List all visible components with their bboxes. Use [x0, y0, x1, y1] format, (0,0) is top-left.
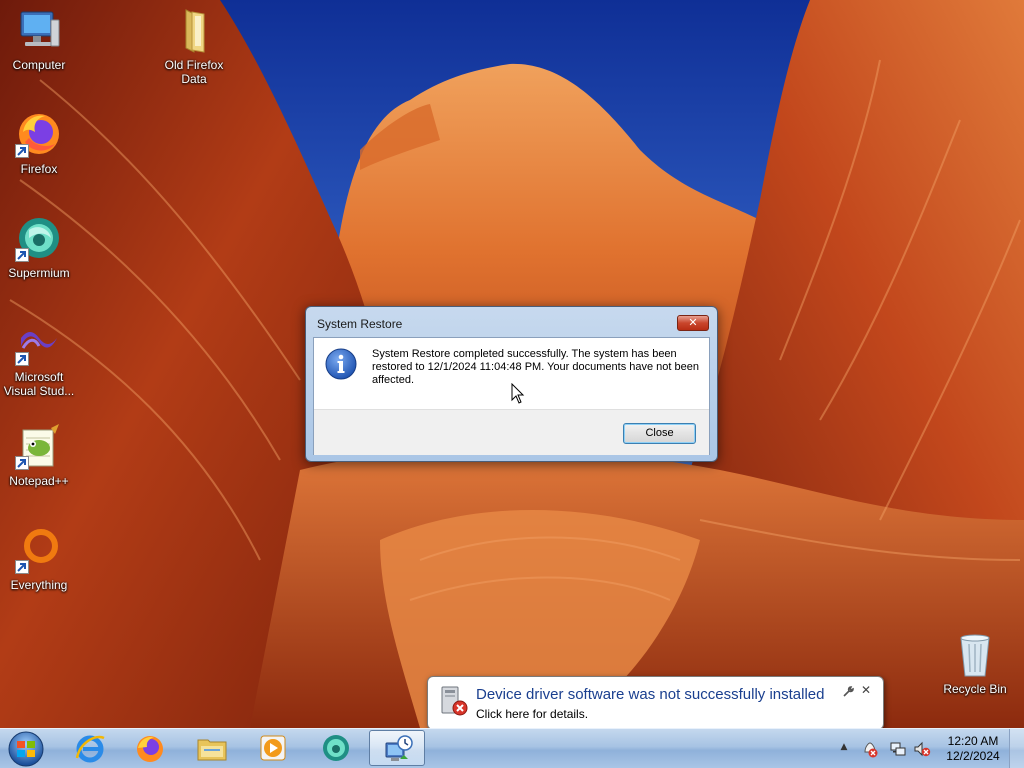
- desktop-icon-computer[interactable]: Computer: [1, 6, 77, 72]
- action-center-error-icon[interactable]: [861, 740, 879, 758]
- dialog-footer: Close: [314, 409, 709, 455]
- show-desktop-button[interactable]: [1009, 729, 1024, 768]
- taskbar-internet-explorer[interactable]: [62, 730, 118, 766]
- desktop-icon-label: Supermium: [8, 266, 70, 280]
- taskbar: ▲ 12:20 AM 12/2/2024: [0, 728, 1024, 768]
- start-button[interactable]: [4, 730, 48, 768]
- shortcut-arrow-icon: [15, 352, 29, 366]
- notepad-plus-plus-icon: [15, 422, 63, 470]
- wrench-icon[interactable]: [842, 686, 854, 698]
- internet-explorer-icon: [75, 735, 105, 763]
- notification-close-button[interactable]: ✕: [860, 684, 872, 696]
- desktop-icon-label: Notepad++: [9, 474, 69, 488]
- dialog-title: System Restore: [317, 317, 403, 331]
- taskbar-media-player[interactable]: [245, 730, 301, 766]
- clock-time: 12:20 AM: [947, 734, 999, 748]
- desktop-icon-label: Firefox: [20, 162, 58, 176]
- notification-text: Click here for details.: [476, 707, 589, 721]
- desktop-icon-label: Recycle Bin: [943, 682, 1007, 696]
- shortcut-arrow-icon: [15, 144, 29, 158]
- firefox-icon: [137, 736, 163, 762]
- desktop-icon-firefox[interactable]: Firefox: [1, 110, 77, 176]
- clock-date: 12/2/2024: [946, 749, 1000, 763]
- everything-icon: [15, 526, 63, 574]
- recycle-bin-icon: [951, 630, 999, 678]
- desktop-icon-label: Microsoft Visual Stud...: [3, 370, 75, 398]
- desktop-icon-recycle-bin[interactable]: Recycle Bin: [937, 630, 1013, 696]
- desktop-icon-everything[interactable]: Everything: [1, 526, 77, 592]
- shortcut-arrow-icon: [15, 456, 29, 470]
- supermium-icon: [323, 735, 349, 761]
- info-icon: [325, 348, 357, 380]
- supermium-icon: [15, 214, 63, 262]
- desktop-icon-label: Computer: [12, 58, 66, 72]
- clock[interactable]: 12:20 AM 12/2/2024: [940, 734, 1006, 764]
- taskbar-supermium[interactable]: [308, 730, 364, 766]
- desktop-icon-visual-studio[interactable]: Microsoft Visual Stud...: [1, 318, 77, 398]
- shortcut-arrow-icon: [15, 248, 29, 262]
- desktop-icon-label: Everything: [10, 578, 68, 592]
- media-player-icon: [260, 735, 286, 761]
- dialog-close-button[interactable]: ✕: [677, 315, 709, 331]
- firefox-icon: [15, 110, 63, 158]
- desktop-icon-notepad-plus-plus[interactable]: Notepad++: [1, 422, 77, 488]
- computer-icon: [15, 6, 63, 54]
- desktop-icon-supermium[interactable]: Supermium: [1, 214, 77, 280]
- folder-icon: [170, 6, 218, 54]
- device-error-icon: [441, 686, 468, 716]
- desktop-icon-label: Old Firefox Data: [164, 58, 224, 86]
- dialog-message: System Restore completed successfully. T…: [372, 348, 699, 386]
- shortcut-arrow-icon: [15, 560, 29, 574]
- desktop-icon-old-firefox-data[interactable]: Old Firefox Data: [156, 6, 232, 86]
- close-button[interactable]: Close: [623, 423, 696, 444]
- network-icon[interactable]: [889, 740, 907, 758]
- visual-studio-icon: [15, 318, 63, 366]
- taskbar-firefox[interactable]: [122, 730, 178, 766]
- taskbar-system-restore[interactable]: [369, 730, 425, 766]
- notification-title: Device driver software was not successfu…: [476, 686, 825, 703]
- desktop: Computer Old Firefox Data Firefox Superm…: [0, 0, 1024, 728]
- volume-muted-icon[interactable]: [913, 740, 931, 758]
- notification-balloon[interactable]: Device driver software was not successfu…: [427, 676, 884, 744]
- show-hidden-icons-button[interactable]: ▲: [838, 741, 850, 753]
- taskbar-file-explorer[interactable]: [184, 730, 240, 766]
- file-explorer-icon: [197, 739, 227, 761]
- system-restore-icon: [385, 735, 413, 761]
- mouse-cursor-icon: [511, 383, 525, 404]
